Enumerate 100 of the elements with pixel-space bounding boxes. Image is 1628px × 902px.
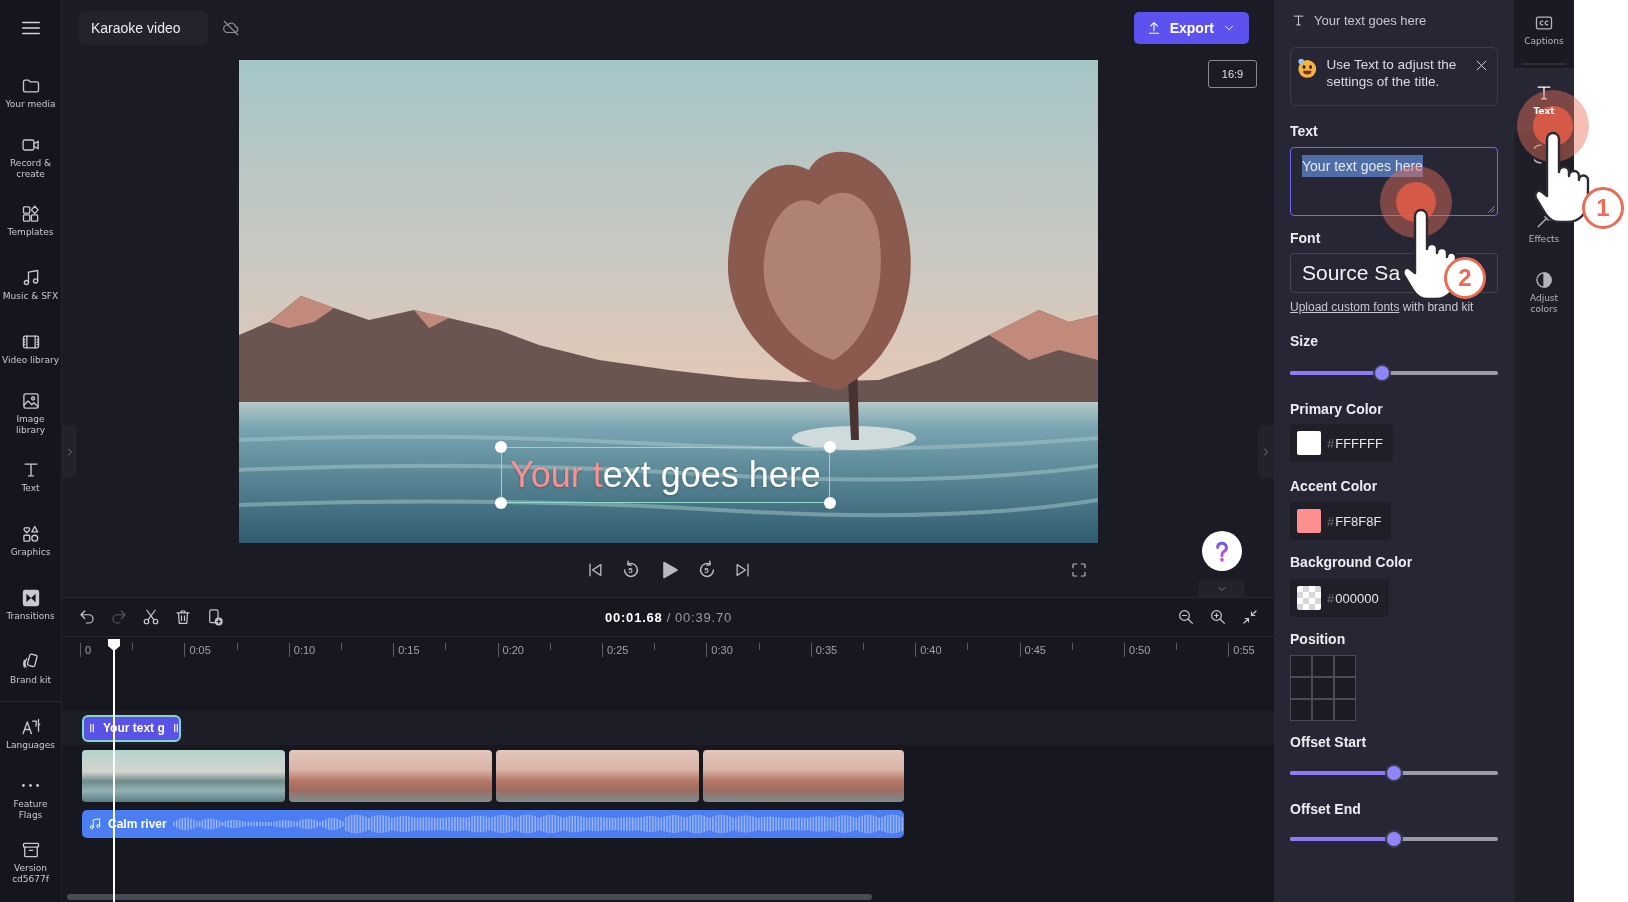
font-label: Font [1290, 229, 1322, 247]
ruler-label: 0:05 [189, 643, 211, 657]
zoom-in-icon[interactable] [1209, 608, 1227, 626]
trash-icon[interactable] [174, 608, 192, 626]
hex-value: FFFFFF [1335, 435, 1383, 451]
slider-thumb[interactable] [1385, 764, 1403, 782]
ruler-label: 0 [85, 643, 92, 657]
ruler-label: 0:25 [606, 643, 629, 657]
current-time: 00:01.68 [604, 609, 663, 625]
smiley-icon [1297, 57, 1318, 79]
zoom-out-icon[interactable] [1177, 608, 1195, 626]
collapse-arrows-icon[interactable] [1241, 608, 1259, 626]
dots-icon [22, 784, 39, 787]
sidebar-item[interactable]: Transitions [0, 573, 61, 637]
video-clip[interactable] [82, 750, 285, 802]
panel-title: Your text goes here [1314, 12, 1427, 28]
offset-slider[interactable] [1290, 830, 1498, 848]
hex-value: 000000 [1335, 590, 1379, 606]
panel-tab[interactable]: Captions [1514, 0, 1574, 68]
expand-handle[interactable] [1258, 425, 1274, 478]
video-clip[interactable] [289, 750, 492, 802]
video-clip[interactable] [496, 750, 699, 802]
image-icon [20, 390, 41, 411]
hash-prefix: # [1327, 513, 1335, 529]
panel-tab[interactable]: Adjust colors [1514, 260, 1574, 324]
add-clip-icon[interactable] [206, 608, 224, 626]
sidebar-item[interactable]: Languages [0, 702, 61, 766]
color-label: Accent Color [1290, 477, 1379, 495]
size-slider[interactable] [1290, 364, 1498, 382]
resize-handle-icon[interactable] [495, 441, 507, 453]
rewind-button[interactable]: 5 [619, 559, 642, 581]
shapes-icon [20, 524, 41, 544]
ruler-label: 0:30 [711, 643, 733, 657]
resize-handle-icon[interactable] [823, 497, 836, 509]
transparent-swatch-icon [1297, 586, 1321, 610]
upload-fonts-link[interactable]: Upload custom fonts [1290, 300, 1400, 314]
font-hint: Upload custom fonts with brand kit [1290, 299, 1475, 315]
tip-text: Use Text to adjust the settings of the title. [1326, 57, 1458, 90]
sidebar-item[interactable]: Brand kit [0, 637, 61, 701]
bowtie-icon [20, 588, 41, 608]
caption-text: Your text goes here [510, 455, 821, 495]
hash-prefix: # [1327, 590, 1335, 606]
text-icon [1291, 12, 1306, 28]
project-title[interactable]: Karaoke video [79, 11, 208, 45]
expand-handle[interactable] [62, 425, 77, 478]
close-icon[interactable] [1474, 58, 1489, 73]
hash-prefix: # [1327, 435, 1335, 451]
resize-grip-icon [1487, 205, 1495, 213]
time-separator: / [666, 609, 672, 625]
sidebar-item[interactable]: Your media [0, 61, 61, 125]
question-mark-icon [1215, 540, 1229, 562]
hex-value: FF8F8F [1335, 513, 1382, 529]
slider-thumb[interactable] [1372, 364, 1391, 382]
undo-icon[interactable] [78, 608, 96, 626]
offset-label: Offset Start [1290, 733, 1368, 751]
fast-forward-button[interactable]: 5 [695, 559, 718, 581]
size-label: Size [1290, 332, 1319, 350]
offset-label: Offset End [1290, 800, 1362, 818]
sidebar-item[interactable]: Text [0, 445, 61, 509]
color-label: Primary Color [1290, 400, 1384, 418]
color-picker[interactable]: #000000 [1290, 579, 1389, 617]
languages-icon [20, 717, 41, 737]
sidebar-item[interactable]: Graphics [0, 509, 61, 573]
cloud-off-icon [222, 19, 240, 37]
ruler-label: 0:20 [502, 643, 524, 657]
collapse-handle[interactable] [1198, 580, 1245, 597]
horizontal-scrollbar[interactable] [67, 894, 872, 900]
sidebar-item[interactable]: Music & SFX [0, 253, 61, 317]
templates-icon [20, 204, 41, 224]
color-picker[interactable]: #FFFFFF [1290, 424, 1393, 462]
export-button[interactable]: Export [1133, 12, 1249, 44]
video-clip[interactable] [703, 750, 904, 802]
fullscreen-icon[interactable] [1070, 561, 1088, 579]
total-time: 00:39.70 [675, 609, 733, 625]
drag-handle-icon[interactable] [87, 723, 97, 733]
color-picker[interactable]: #FF8F8F [1290, 502, 1392, 540]
sidebar-item[interactable]: Feature Flags [0, 766, 61, 830]
ruler-label: 0:55 [1233, 643, 1255, 657]
slider-thumb[interactable] [1385, 830, 1403, 848]
offset-slider[interactable] [1290, 764, 1498, 782]
contrast-icon [1534, 269, 1554, 290]
sidebar-item[interactable]: Templates [0, 189, 61, 253]
position-label: Position [1290, 630, 1347, 648]
aspect-ratio-button[interactable]: 16:9 [1208, 60, 1257, 88]
color-label: Background Color [1290, 553, 1414, 571]
ruler-label: 0:45 [1024, 643, 1046, 657]
sidebar-item[interactable]: Version cd5677f [0, 830, 61, 894]
ruler-label: 0:40 [920, 643, 942, 657]
text-label: Text [1290, 122, 1319, 140]
scissors-icon[interactable] [142, 608, 160, 626]
sidebar-item[interactable]: Image library [0, 381, 61, 445]
resize-handle-icon[interactable] [495, 497, 507, 509]
sidebar-item[interactable]: Record & create [0, 125, 61, 189]
arc-icon [1534, 144, 1542, 164]
resize-handle-icon[interactable] [823, 441, 836, 453]
sidebar-item[interactable]: Video library [0, 317, 61, 381]
ruler-label: 0:10 [293, 643, 316, 657]
help-button[interactable] [1202, 531, 1242, 571]
ruler-label: 0:50 [1128, 643, 1151, 657]
music-note-icon [88, 817, 102, 831]
